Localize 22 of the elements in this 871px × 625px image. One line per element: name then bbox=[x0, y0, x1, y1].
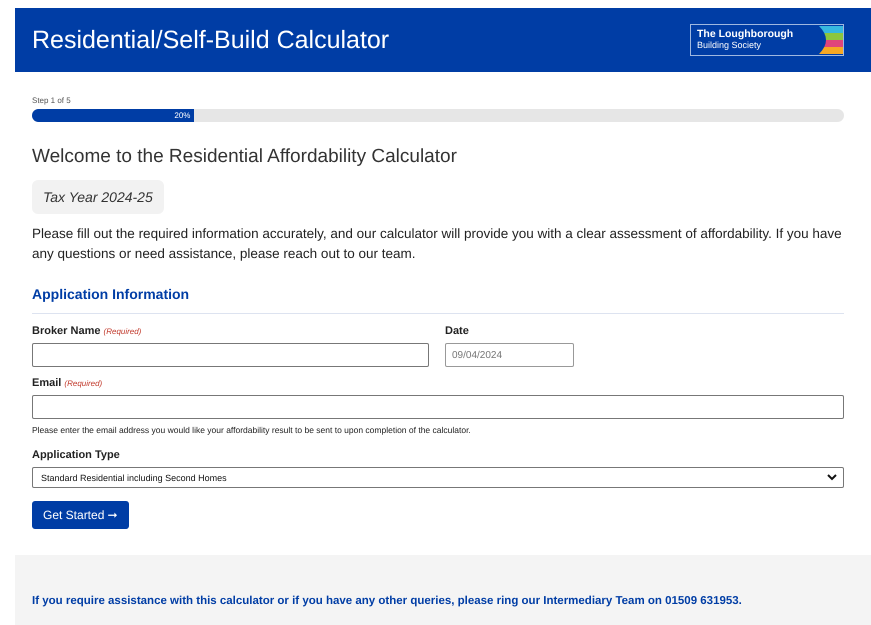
field-label: Broker Name bbox=[32, 325, 100, 337]
broker-name-field[interactable] bbox=[32, 343, 429, 367]
page-title: Residential/Self-Build Calculator bbox=[32, 26, 390, 54]
date-field[interactable]: 09/04/2024 bbox=[445, 343, 574, 367]
application-type-dropdown[interactable]: Standard Residential including Second Homes bbox=[32, 467, 844, 488]
intro-text: Please fill out the required information accurately, and our calculator will provide you with a clear assessment of affordability. If you have any questions or need assistance, please reach out to our team. bbox=[32, 225, 843, 263]
section-title: Application Information bbox=[32, 286, 844, 314]
field-label: Email bbox=[32, 377, 62, 389]
email-field[interactable] bbox=[32, 395, 844, 419]
field-label: Date bbox=[445, 325, 469, 337]
required-note: (Required) bbox=[104, 327, 142, 336]
help-text: Please enter the email address you would like your affordability result to be sent to upon completion of the calculator. bbox=[32, 425, 472, 435]
chevron-icon bbox=[827, 474, 837, 481]
tax-year-badge: Tax Year 2024-25 bbox=[32, 180, 164, 214]
required-note: (Required) bbox=[64, 379, 102, 388]
field-label: Application Type bbox=[32, 449, 120, 461]
step-label: Step 1 of 5 bbox=[32, 96, 72, 105]
get-started-button[interactable]: Get Started ➞ bbox=[32, 501, 129, 529]
page-heading: Welcome to the Residential Affordability Calculator bbox=[32, 146, 458, 168]
logo: The Loughborough Building Society bbox=[690, 24, 844, 56]
progress-reading: 20% bbox=[174, 111, 192, 120]
footer-text: If you require assistance with this calculator or if you have any other queries, please ring our Intermediary Team on 01509 631953. bbox=[32, 595, 743, 607]
